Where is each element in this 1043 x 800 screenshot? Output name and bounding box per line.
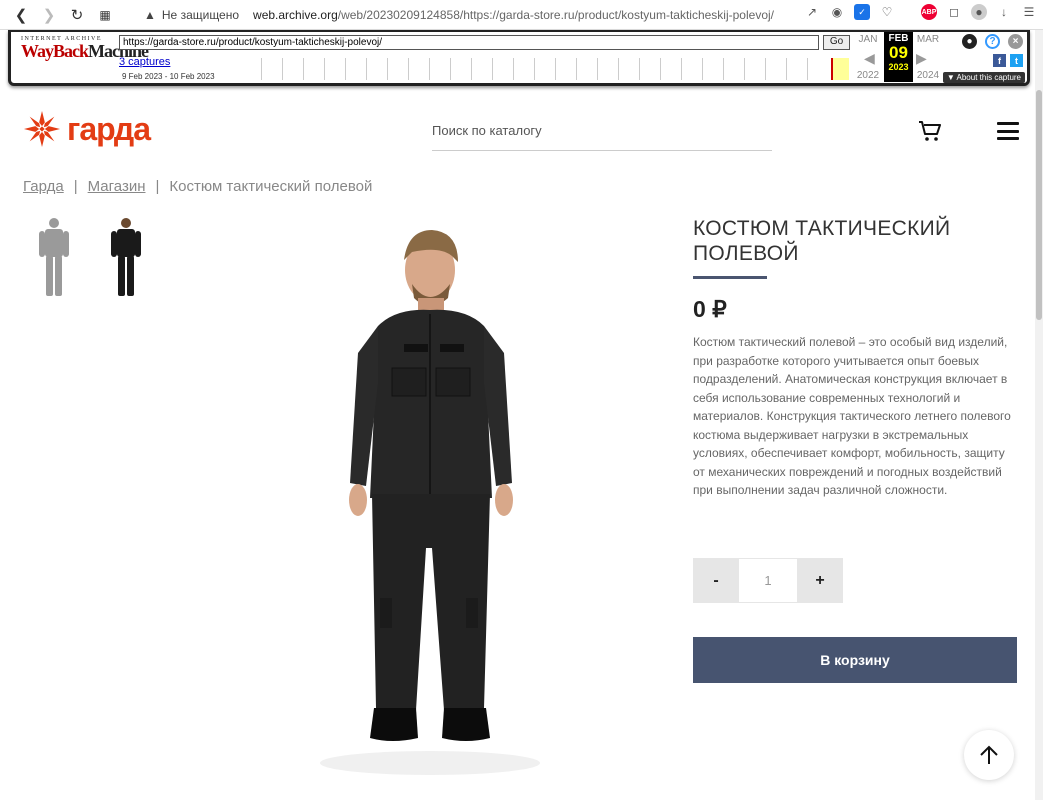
wayback-toolbar: INTERNET ARCHIVE WayBackMachine https://…	[8, 30, 1030, 86]
breadcrumb-home[interactable]: Гарда	[23, 178, 64, 195]
breadcrumb: Гарда | Магазин | Костюм тактический пол…	[23, 178, 372, 195]
breadcrumb-shop[interactable]: Магазин	[88, 178, 146, 195]
back-icon[interactable]: ❮	[10, 4, 32, 26]
shield-icon[interactable]: ✓	[854, 4, 870, 20]
product-title: КОСТЮМ ТАКТИЧЕСКИЙ ПОЛЕВОЙ	[693, 217, 951, 265]
scrollbar-thumb[interactable]	[1036, 90, 1042, 320]
about-capture-button[interactable]: ▼ About this capture	[942, 72, 1025, 83]
breadcrumb-sep: |	[73, 178, 78, 195]
wayback-icons: ● ? ×	[962, 34, 1023, 49]
download-icon[interactable]: ↓	[996, 4, 1012, 20]
product-main-image[interactable]	[300, 218, 560, 778]
security-label: Не защищено	[161, 7, 240, 22]
wayback-logo-a: WayBack	[21, 41, 89, 61]
capture-sparkline[interactable]	[261, 58, 851, 80]
profile-icon[interactable]: ●	[971, 4, 987, 20]
prev-year[interactable]: 2022	[854, 70, 882, 81]
url-path: /web/20230209124858/https://garda-store.…	[337, 7, 774, 22]
catalog-search	[432, 121, 772, 151]
cart-icon[interactable]	[918, 120, 942, 142]
account-icon[interactable]: ●	[962, 34, 977, 49]
site-logo-text: гарда	[67, 111, 151, 147]
warning-icon: ▲	[144, 7, 156, 22]
about-capture-label: About this capture	[956, 73, 1021, 82]
next-month[interactable]: MAR	[914, 34, 942, 45]
scroll-to-top-button[interactable]	[964, 730, 1014, 780]
search-input[interactable]	[432, 121, 772, 138]
facebook-icon[interactable]: f	[993, 54, 1006, 67]
current-capture: FEB 09 2023	[884, 32, 913, 82]
next-year[interactable]: 2024	[914, 70, 942, 81]
garda-star-icon	[23, 110, 61, 148]
share-icon[interactable]: ↗	[804, 4, 820, 20]
cur-day: 09	[889, 43, 908, 62]
close-icon[interactable]: ×	[1008, 34, 1023, 49]
twitter-icon[interactable]: t	[1010, 54, 1023, 67]
apps-icon[interactable]: ▦	[94, 4, 116, 26]
qty-minus-button[interactable]: -	[693, 558, 739, 603]
add-to-cart-button[interactable]: В корзину	[693, 637, 1017, 683]
site-logo[interactable]: гарда	[23, 110, 151, 148]
product-thumbnail-grey[interactable]	[34, 216, 74, 300]
product-thumbnail-black[interactable]	[106, 216, 146, 300]
captures-link[interactable]: 3 captures	[119, 56, 170, 68]
wayback-logo[interactable]: INTERNET ARCHIVE WayBackMachine	[21, 36, 149, 61]
browser-extensions: ↗ ◉ ✓ ♡ ABP ◻ ● ↓ ☰	[804, 4, 1037, 20]
wayback-go-button[interactable]: Go	[823, 35, 850, 50]
qty-plus-button[interactable]: +	[797, 558, 843, 603]
prev-capture-icon[interactable]: ◀	[864, 50, 875, 67]
address-bar[interactable]: web.archive.org/web/20230209124858/https…	[253, 8, 774, 22]
product-price: 0 ₽	[693, 296, 727, 322]
camera-icon[interactable]: ◉	[829, 4, 845, 20]
breadcrumb-current: Костюм тактический полевой	[169, 178, 373, 195]
title-underline	[693, 276, 767, 279]
help-icon[interactable]: ?	[985, 34, 1000, 49]
arrow-up-icon	[980, 745, 998, 764]
menu-burger-icon[interactable]	[997, 122, 1019, 140]
social-share: f t	[993, 54, 1023, 67]
product-description: Костюм тактический полевой – это особый …	[693, 335, 1011, 497]
page-content: гарда Гарда | Магазин | Костюм тактическ…	[0, 88, 1035, 800]
quantity-stepper: - 1 +	[693, 558, 843, 603]
security-indicator[interactable]: ▲ Не защищено	[144, 8, 239, 22]
next-capture-icon[interactable]: ▶	[916, 50, 927, 67]
forward-icon[interactable]: ❯	[38, 4, 60, 26]
heart-icon[interactable]: ♡	[879, 4, 895, 20]
menu-icon[interactable]: ☰	[1021, 4, 1037, 20]
capture-range: 9 Feb 2023 - 10 Feb 2023	[122, 72, 215, 81]
cur-year: 2023	[888, 62, 909, 72]
breadcrumb-sep: |	[155, 178, 160, 195]
adblock-icon[interactable]: ABP	[921, 4, 937, 20]
page-scrollbar[interactable]	[1035, 30, 1043, 800]
browser-toolbar: ❮ ❯ ↻ ▦ ▲ Не защищено web.archive.org/we…	[0, 0, 1043, 30]
cube-icon[interactable]: ◻	[946, 4, 962, 20]
url-domain: web.archive.org	[253, 7, 338, 22]
wayback-url-input[interactable]: https://garda-store.ru/product/kostyum-t…	[119, 35, 819, 50]
prev-month[interactable]: JAN	[854, 34, 882, 45]
qty-input[interactable]: 1	[739, 558, 797, 603]
reload-icon[interactable]: ↻	[66, 4, 88, 26]
